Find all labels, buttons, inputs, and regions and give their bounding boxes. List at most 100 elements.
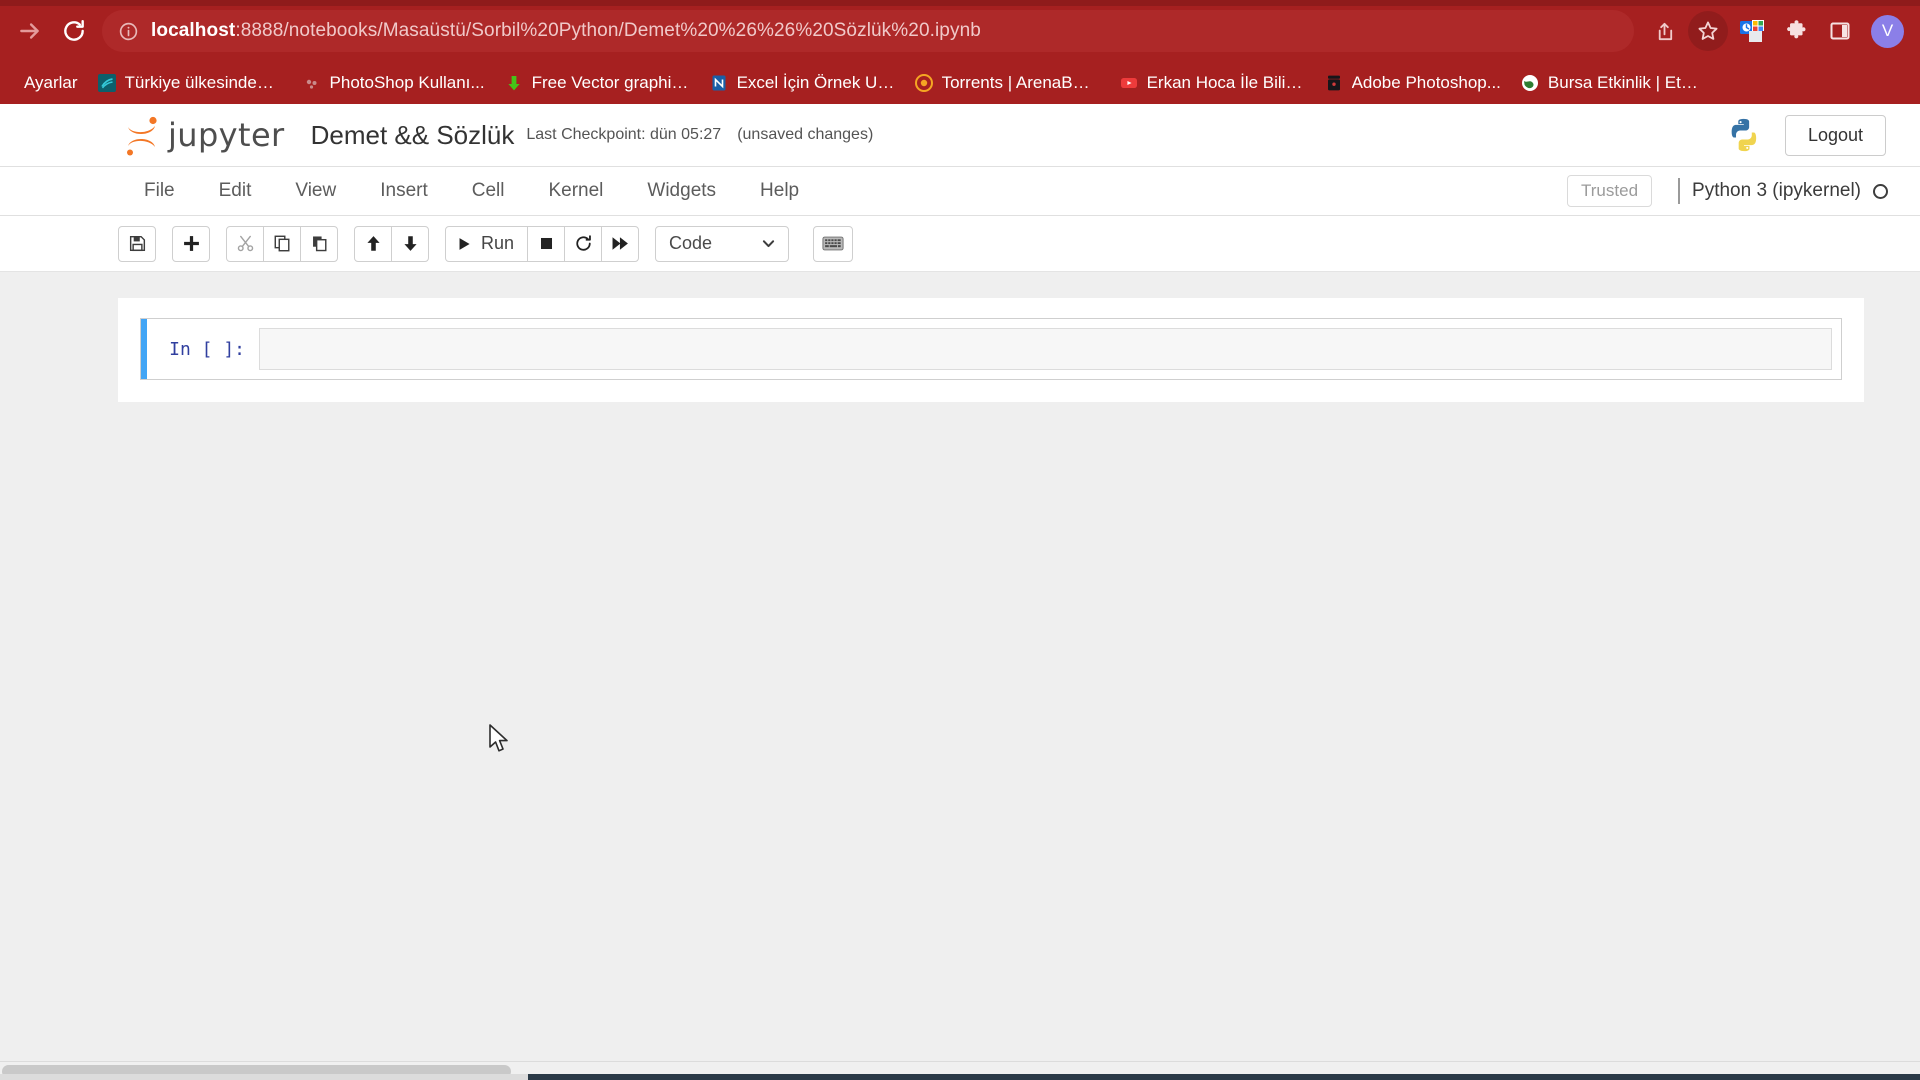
jupyter-logo-icon xyxy=(127,116,157,156)
copy-icon xyxy=(274,235,289,252)
cut-cell-button[interactable] xyxy=(226,225,264,262)
extensions-puzzle-icon xyxy=(1786,19,1806,38)
url-text: localhost:8888/notebooks/Masaüstü/Sorbil… xyxy=(151,20,981,42)
google-apps-button[interactable] xyxy=(1732,11,1772,51)
paste-icon xyxy=(312,236,326,252)
move-cell-up-button[interactable] xyxy=(354,225,392,262)
extensions-button[interactable] xyxy=(1776,11,1816,51)
bookmark-label: Bursa Etkinlik | Etkin... xyxy=(1547,73,1706,92)
menubar-divider xyxy=(1678,178,1681,204)
restart-kernel-button[interactable] xyxy=(564,225,603,262)
side-panel-button[interactable] xyxy=(1820,11,1860,51)
white-globe-icon xyxy=(1521,75,1538,91)
move-cell-down-button[interactable] xyxy=(391,225,429,262)
menu-widgets[interactable]: Widgets xyxy=(625,173,738,209)
arrow-right-icon xyxy=(20,23,39,39)
toolbar-group-clipboard xyxy=(226,225,338,262)
cell-type-value: Code xyxy=(669,233,713,253)
trusted-badge[interactable]: Trusted xyxy=(1567,175,1653,207)
restart-circle-icon xyxy=(575,235,591,251)
jupyter-logo-text: jupyter xyxy=(168,116,285,154)
blue-doc-icon xyxy=(712,75,726,91)
side-panel-icon xyxy=(1830,22,1850,40)
mouse-cursor xyxy=(489,724,508,752)
forward-button[interactable] xyxy=(8,9,52,53)
scissors-icon xyxy=(237,235,253,252)
code-cell[interactable]: In [ ]: xyxy=(140,318,1842,380)
cell-prompt: In [ ]: xyxy=(169,338,245,360)
fast-forward-icon xyxy=(612,237,628,250)
bookmark-star-icon xyxy=(1698,21,1718,40)
bookmark-item-turkiye[interactable]: Türkiye ülkesinden i... xyxy=(88,67,293,99)
toolbar-group-insert xyxy=(172,225,210,262)
share-icon xyxy=(1658,22,1672,40)
kernel-idle-indicator-icon xyxy=(1873,183,1888,199)
plus-icon xyxy=(183,236,199,251)
profile-avatar[interactable]: V xyxy=(1871,14,1904,48)
notebook-scroll-area[interactable]: In [ ]: xyxy=(0,272,1920,1080)
bookmark-item-photoshop-kullani[interactable]: PhotoShop Kullanı... xyxy=(293,67,495,99)
cell-type-select[interactable]: Code xyxy=(655,225,790,262)
copy-cell-button[interactable] xyxy=(263,225,301,262)
run-cell-button[interactable]: Run xyxy=(445,225,529,262)
bookmark-label: Excel İçin Örnek Uy... xyxy=(736,73,895,92)
jupyter-logo[interactable]: jupyter xyxy=(122,114,285,156)
jupyter-header: jupyter Demet && Sözlük Last Checkpoint:… xyxy=(0,104,1920,166)
bookmark-label: Free Vector graphic... xyxy=(531,73,690,92)
jupyter-notebook-page: jupyter Demet && Sözlük Last Checkpoint:… xyxy=(0,104,1920,1080)
menu-help[interactable]: Help xyxy=(738,173,821,209)
bookmark-label: PhotoShop Kullanı... xyxy=(329,73,485,92)
unsaved-changes-text: (unsaved changes) xyxy=(737,126,874,143)
toolbar-group-run: Run xyxy=(445,225,640,262)
python-logo-icon xyxy=(1731,118,1757,152)
arrow-up-icon xyxy=(366,236,380,251)
save-button[interactable] xyxy=(118,225,156,262)
url-host: localhost xyxy=(151,20,236,41)
play-icon xyxy=(459,237,470,250)
insert-cell-below-button[interactable] xyxy=(172,225,210,262)
bookmark-label: Türkiye ülkesinden i... xyxy=(124,73,283,92)
chevron-down-icon xyxy=(762,240,775,248)
browser-chrome: localhost:8888/notebooks/Masaüstü/Sorbil… xyxy=(0,0,1920,104)
youtube-play-icon xyxy=(1120,78,1137,88)
menu-file[interactable]: File xyxy=(122,173,197,209)
bookmark-label: Adobe Photoshop... xyxy=(1351,73,1501,92)
interrupt-kernel-button[interactable] xyxy=(527,225,566,262)
bookmark-item-excel-ornek[interactable]: Excel İçin Örnek Uy... xyxy=(700,67,905,99)
menu-cell[interactable]: Cell xyxy=(450,173,527,209)
taskbar-strip xyxy=(0,1074,1920,1080)
menu-view[interactable]: View xyxy=(273,173,358,209)
bookmark-item-adobe-photoshop[interactable]: Adobe Photoshop... xyxy=(1315,67,1511,99)
bookmark-item-torrents-arenabg[interactable]: Torrents | ArenaBG.... xyxy=(905,67,1110,99)
browser-action-buttons: V xyxy=(1644,11,1906,51)
menu-kernel[interactable]: Kernel xyxy=(526,173,625,209)
reload-button[interactable] xyxy=(52,9,96,53)
keyboard-icon xyxy=(822,236,844,251)
bookmark-label: Torrents | ArenaBG.... xyxy=(941,73,1100,92)
address-bar[interactable]: localhost:8888/notebooks/Masaüstü/Sorbil… xyxy=(102,10,1634,52)
bookmark-label: Erkan Hoca İle Bilişi... xyxy=(1146,73,1305,92)
bookmark-item-erkan-hoca[interactable]: Erkan Hoca İle Bilişi... xyxy=(1110,67,1315,99)
bookmark-label: Ayarlar xyxy=(24,73,78,92)
jupyter-menubar: File Edit View Insert Cell Kernel Widget… xyxy=(0,166,1920,216)
arrow-down-icon xyxy=(403,236,417,251)
browser-toolbar: localhost:8888/notebooks/Masaüstü/Sorbil… xyxy=(0,0,1920,62)
share-button[interactable] xyxy=(1644,11,1684,51)
stop-square-icon xyxy=(540,237,552,250)
avatar-initial: V xyxy=(1881,21,1894,40)
logout-button[interactable]: Logout xyxy=(1784,114,1886,156)
restart-and-run-all-button[interactable] xyxy=(601,225,640,262)
menu-insert[interactable]: Insert xyxy=(358,173,450,209)
bookmark-item-bursa-etkinlik[interactable]: Bursa Etkinlik | Etkin... xyxy=(1511,67,1716,99)
site-info-icon[interactable] xyxy=(118,21,139,42)
last-checkpoint-text: Last Checkpoint: dün 05:27 xyxy=(526,126,722,143)
command-palette-button[interactable] xyxy=(813,225,854,262)
toolbar-group-palette xyxy=(813,225,854,262)
bookmark-button[interactable] xyxy=(1688,11,1728,51)
cell-code-input[interactable] xyxy=(259,328,1832,370)
bookmark-item-free-vector[interactable]: Free Vector graphic... xyxy=(495,67,700,99)
paste-cell-button[interactable] xyxy=(300,225,338,262)
menu-edit[interactable]: Edit xyxy=(197,173,274,209)
bookmark-item-ayarlar[interactable]: Ayarlar xyxy=(14,67,88,99)
notebook-title[interactable]: Demet && Sözlük xyxy=(311,120,515,151)
